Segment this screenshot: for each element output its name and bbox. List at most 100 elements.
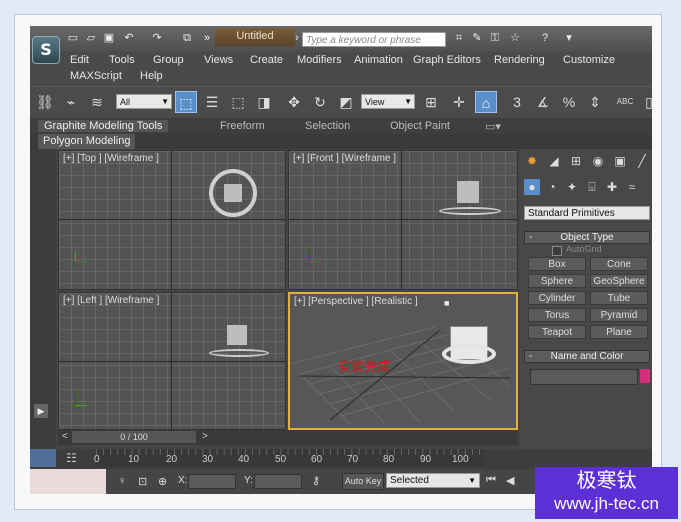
viewcube-icon[interactable] [224, 184, 242, 202]
lock-selection-icon[interactable]: ⊡ [138, 475, 147, 488]
expand-icon[interactable]: ▶ [34, 404, 48, 418]
tools-icon[interactable]: ✎ [470, 31, 484, 45]
snaps-toggle-icon[interactable]: 3 [506, 91, 528, 113]
minimize-icon[interactable]: ▾ [562, 31, 576, 45]
key-icon[interactable]: ⚿ [488, 31, 502, 45]
menu-animation[interactable]: Animation [354, 54, 403, 66]
rotate-icon[interactable]: ↻ [309, 91, 331, 113]
viewport-label[interactable]: [+] [Top ] [Wireframe ] [63, 153, 159, 164]
tab-graphite-modeling-tools[interactable]: Graphite Modeling Tools [38, 120, 169, 132]
cylinder-button[interactable]: Cylinder [528, 291, 586, 305]
key-filter-dropdown[interactable]: Selected ▼ [386, 473, 480, 488]
chevron-left-icon[interactable]: < [62, 431, 68, 442]
hierarchy-tab-icon[interactable]: ⊞ [568, 153, 584, 169]
torus-button[interactable]: Torus [528, 308, 586, 322]
spinner-snap-icon[interactable]: ⇕ [584, 91, 606, 113]
curve-editor-icon[interactable]: ☷ [66, 451, 77, 465]
cameras-icon[interactable]: ⌺ [584, 179, 600, 195]
viewport-label[interactable]: [+] [Left ] [Wireframe ] [63, 295, 159, 306]
set-key-icon[interactable]: ⚷ [312, 474, 320, 487]
absolute-mode-icon[interactable]: ⊕ [158, 475, 167, 488]
menu-modifiers[interactable]: Modifiers [297, 54, 342, 66]
tab-object-paint[interactable]: Object Paint [390, 120, 450, 132]
angle-snap-icon[interactable]: ∡ [532, 91, 554, 113]
link-icon[interactable]: ⛓ [34, 91, 56, 113]
plane-button[interactable]: Plane [590, 325, 648, 339]
timeline-ruler[interactable]: 0 10 20 30 40 50 60 70 80 90 100 [94, 449, 484, 467]
viewport-top[interactable]: [+] [Top ] [Wireframe ] [58, 150, 286, 290]
helpers-icon[interactable]: ✚ [604, 179, 620, 195]
menu-maxscript[interactable]: MAXScript [70, 70, 122, 82]
lights-icon[interactable]: ✦ [564, 179, 580, 195]
tube-button[interactable]: Tube [590, 291, 648, 305]
new-icon[interactable]: ▭ [66, 31, 80, 45]
named-selection-icon[interactable]: ABC [614, 91, 636, 113]
rollout-name-and-color[interactable]: - Name and Color [524, 350, 650, 363]
create-tab-icon[interactable]: ✹ [524, 153, 540, 169]
scale-icon[interactable]: ◩ [335, 91, 357, 113]
primitive-type-dropdown[interactable]: Standard Primitives [524, 206, 650, 220]
keyboard-shortcut-override-icon[interactable]: ⌂ [475, 91, 497, 113]
auto-key-button[interactable]: Auto Key [342, 473, 384, 490]
window-crossing-icon[interactable]: ◨ [253, 91, 275, 113]
modify-tab-icon[interactable]: ◢ [546, 153, 562, 169]
help-icon[interactable]: ? [538, 31, 552, 45]
tab-selection[interactable]: Selection [305, 120, 350, 132]
menu-create[interactable]: Create [250, 54, 283, 66]
ribbon-options-icon[interactable]: ▭▾ [485, 120, 501, 133]
maxscript-listener[interactable] [30, 469, 106, 494]
menu-graph-editors[interactable]: Graph Editors [413, 54, 481, 66]
selection-filter-dropdown[interactable]: All ▼ [116, 94, 172, 109]
select-object-icon[interactable]: ⬚ [175, 91, 197, 113]
binoculars-icon[interactable]: ⌗ [452, 31, 466, 45]
time-slider-counter[interactable]: 0 / 100 [72, 431, 196, 443]
move-icon[interactable]: ✥ [283, 91, 305, 113]
geometry-icon[interactable]: ● [524, 179, 540, 195]
viewport-label[interactable]: [+] [Front ] [Wireframe ] [293, 153, 396, 164]
star-icon[interactable]: ☆ [508, 31, 522, 45]
pivot-center-icon[interactable]: ⊞ [420, 91, 442, 113]
select-by-name-icon[interactable]: ☰ [201, 91, 223, 113]
shapes-icon[interactable]: ◔ [544, 179, 560, 195]
menu-tools[interactable]: Tools [109, 54, 135, 66]
object-color-swatch[interactable] [640, 369, 650, 383]
y-coord-field[interactable] [254, 474, 302, 489]
autogrid-checkbox[interactable] [552, 246, 562, 256]
menu-help[interactable]: Help [140, 70, 163, 82]
redo-icon[interactable]: ↷ [150, 31, 164, 45]
rollout-object-type[interactable]: - Object Type [524, 231, 650, 244]
sphere-button[interactable]: Sphere [528, 274, 586, 288]
utilities-tab-icon[interactable]: ╱ [634, 153, 650, 169]
more-icon[interactable]: » [200, 31, 214, 45]
isolate-icon[interactable]: ♀ [118, 475, 126, 487]
viewcube-icon[interactable] [227, 325, 247, 345]
undo-icon[interactable]: ↶ [122, 31, 136, 45]
time-slider[interactable]: < 0 / 100 > [58, 430, 518, 445]
viewport-perspective[interactable]: [+] [Perspective ] [Realistic ] ■ 安装完成 [288, 292, 518, 430]
unlink-icon[interactable]: ⌁ [60, 91, 82, 113]
search-input[interactable]: Type a keyword or phrase [302, 32, 446, 47]
viewport-left[interactable]: [+] [Left ] [Wireframe ] [58, 292, 286, 430]
menu-edit[interactable]: Edit [70, 54, 89, 66]
menu-customize[interactable]: Customize [563, 54, 615, 66]
manipulate-icon[interactable]: ✛ [448, 91, 470, 113]
viewcube-icon[interactable] [457, 181, 479, 203]
project-icon[interactable]: ⧉ [180, 31, 194, 45]
save-icon[interactable]: ▣ [102, 31, 116, 45]
pyramid-button[interactable]: Pyramid [590, 308, 648, 322]
teapot-button[interactable]: Teapot [528, 325, 586, 339]
go-to-start-icon[interactable]: ⏮ [486, 474, 496, 487]
spacewarps-icon[interactable]: ≈ [624, 179, 640, 195]
reference-coord-dropdown[interactable]: View ▼ [361, 94, 415, 109]
menu-rendering[interactable]: Rendering [494, 54, 545, 66]
menu-views[interactable]: Views [204, 54, 233, 66]
edit-named-selection-icon[interactable]: ▯ [638, 91, 652, 113]
open-icon[interactable]: ▱ [84, 31, 98, 45]
menu-group[interactable]: Group [153, 54, 184, 66]
viewport-layout-icon[interactable] [30, 449, 56, 467]
bind-space-warp-icon[interactable]: ≋ [86, 91, 108, 113]
rect-selection-icon[interactable]: ⬚ [227, 91, 249, 113]
previous-frame-icon[interactable]: ◀ [506, 474, 514, 487]
viewport-front[interactable]: [+] [Front ] [Wireframe ] [288, 150, 518, 290]
x-coord-field[interactable] [188, 474, 236, 489]
